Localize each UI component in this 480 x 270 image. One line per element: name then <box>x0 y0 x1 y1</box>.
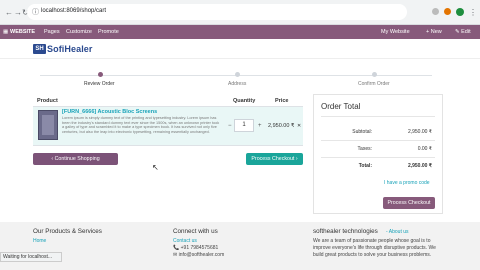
browser-menu-icon[interactable]: ⋮ <box>469 8 477 17</box>
footer-about-text: build great products to solve your busin… <box>313 252 432 258</box>
taxes-label: Taxes: <box>357 146 372 152</box>
step-review-order: Review Order <box>84 81 115 87</box>
logo-icon[interactable]: SH <box>33 44 46 54</box>
back-icon[interactable]: ← <box>5 8 13 17</box>
remove-line-icon[interactable]: ✕ <box>297 123 301 129</box>
profile-avatar[interactable] <box>456 8 464 16</box>
column-header-price: Price <box>275 98 289 104</box>
apps-icon[interactable]: ▦ <box>3 29 8 35</box>
extension-icon[interactable] <box>432 8 439 15</box>
website-selector[interactable]: My Website <box>381 29 410 35</box>
footer-heading-connect: Connect with us <box>173 228 218 235</box>
footer-heading-products: Our Products & Services <box>33 228 102 235</box>
subtotal-value: 2,950.00 ₹ <box>407 129 432 135</box>
forward-icon[interactable]: → <box>14 8 22 17</box>
address-bar[interactable]: ⓘ localhost:8069/shop/cart <box>27 4 407 20</box>
edit-button[interactable]: ✎ Edit <box>455 29 471 35</box>
menu-customize[interactable]: Customize <box>66 29 92 35</box>
order-summary-card <box>313 94 443 214</box>
quantity-decrease-button[interactable]: − <box>228 123 232 129</box>
divider <box>321 157 435 158</box>
footer-link-contact[interactable]: Contact us <box>173 238 197 244</box>
mouse-cursor-icon: ↖ <box>152 163 159 172</box>
footer-phone: 📞 +91 7984575681 <box>173 245 219 251</box>
footer-about-text: improve everyone's life through disrupti… <box>313 245 436 251</box>
total-label: Total: <box>358 163 372 169</box>
divider <box>321 116 435 117</box>
step-dot-address <box>235 72 240 77</box>
menu-pages[interactable]: Pages <box>44 29 60 35</box>
continue-shopping-button[interactable]: ‹ Continue Shopping <box>33 153 118 165</box>
step-dot-confirm <box>372 72 377 77</box>
address-bar-url: localhost:8069/shop/cart <box>41 8 107 14</box>
new-button[interactable]: + New <box>426 29 442 35</box>
column-header-product: Product <box>37 98 58 104</box>
promo-code-link[interactable]: I have a promo code <box>384 180 430 186</box>
quantity-increase-button[interactable]: + <box>258 123 262 129</box>
line-price: 2,950.00 ₹ <box>268 123 295 129</box>
product-name-link[interactable]: [FURN_6666] Acoustic Bloc Screens <box>62 109 157 115</box>
step-dot-review <box>98 72 103 77</box>
footer-email[interactable]: ✉ info@softhealer.com <box>173 252 224 258</box>
summary-process-checkout-button[interactable]: Process Checkout <box>383 197 435 209</box>
taxes-value: 0.00 ₹ <box>417 146 432 152</box>
product-image[interactable] <box>38 110 58 140</box>
browser-status-text: Waiting for localhost... <box>0 252 62 262</box>
extension-icon[interactable] <box>444 8 451 15</box>
website-menu[interactable]: WEBSITE <box>10 29 35 35</box>
quantity-input[interactable]: 1 <box>234 119 254 132</box>
divider <box>321 140 435 141</box>
footer-heading-company: softhealer technologies <box>313 228 378 235</box>
footer-about-text: We are a team of passionate people whose… <box>313 238 431 244</box>
product-description: Lorem ipsum is simply dummy text of the … <box>62 116 220 134</box>
column-header-quantity: Quantity <box>233 98 256 104</box>
footer-link-about[interactable]: - About us <box>386 229 409 235</box>
site-logo[interactable]: SofiHealer <box>47 44 93 54</box>
admin-bar: ▦ WEBSITE Pages Customize Promote My Web… <box>0 25 480 39</box>
site-info-icon[interactable]: ⓘ <box>32 7 39 17</box>
step-address: Address <box>228 81 247 87</box>
total-value: 2,950.00 ₹ <box>407 163 432 169</box>
order-total-heading: Order Total <box>321 102 361 111</box>
process-checkout-button[interactable]: Process Checkout › <box>246 153 303 165</box>
footer-link-home[interactable]: Home <box>33 238 46 244</box>
menu-promote[interactable]: Promote <box>98 29 119 35</box>
step-confirm-order: Confirm Order <box>358 81 390 87</box>
subtotal-label: Subtotal: <box>352 129 372 135</box>
